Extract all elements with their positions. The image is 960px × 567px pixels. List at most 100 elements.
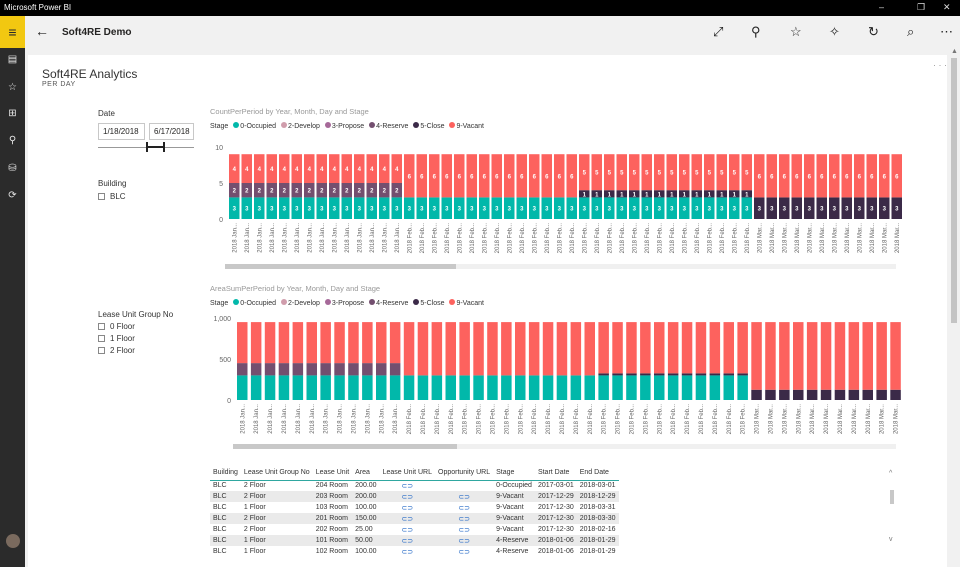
chart2-legend: Stage 0-Occupied 2-Develop 3-Propose 4-R… — [210, 299, 484, 307]
column-header[interactable]: Start Date — [534, 465, 577, 481]
scroll-up-icon[interactable]: ▲ — [951, 48, 958, 55]
lease-option-2-floor[interactable]: 2 Floor — [98, 346, 135, 355]
x-tick-label: 2018 Jan... — [270, 223, 276, 253]
column-header[interactable]: Area — [352, 465, 380, 481]
person-icon[interactable]: ⚲ — [751, 24, 761, 40]
link-icon[interactable]: ⊂⊃ — [401, 549, 413, 556]
chart1-scrollbar[interactable] — [225, 264, 896, 269]
date-slider-end-handle[interactable] — [163, 142, 165, 152]
recent-icon[interactable]: ⟳ — [0, 190, 25, 201]
x-tick-label: 2018 Mar... — [820, 223, 826, 253]
shared-icon[interactable]: ⚲ — [0, 135, 25, 146]
date-to-input[interactable]: 6/17/2018 — [149, 123, 194, 140]
lease-option-1-floor[interactable]: 1 Floor — [98, 334, 135, 343]
search-icon[interactable]: ⌕ — [907, 24, 914, 40]
vertical-scrollbar[interactable]: ▲ — [949, 48, 960, 567]
count-per-period-chart[interactable]: 10503242018 Jan...3242018 Jan...3242018 … — [205, 135, 902, 260]
link-icon[interactable]: ⊂⊃ — [458, 516, 470, 523]
link-icon[interactable]: ⊂⊃ — [401, 516, 413, 523]
more-icon[interactable]: ⋯ — [940, 24, 953, 40]
bar-segment — [431, 322, 443, 376]
table-row[interactable]: BLC 1 Floor 101 Room 50.00 ⊂⊃ ⊂⊃ 4-Reserve 2018… — [210, 535, 619, 546]
link-icon[interactable]: ⊂⊃ — [401, 538, 413, 545]
reports-icon[interactable]: ▤ — [0, 54, 25, 65]
pin-icon[interactable]: ✧ — [829, 24, 840, 40]
link-icon[interactable]: ⊂⊃ — [401, 527, 413, 534]
table-cell: 2 Floor — [243, 482, 266, 490]
table-cell: 2018-03-30 — [576, 513, 619, 524]
bar-segment — [348, 375, 359, 400]
link-icon[interactable]: ⊂⊃ — [458, 494, 470, 501]
table-row[interactable]: BLC 2 Floor 204 Room 200.00 ⊂⊃ 0-Occupied 2017… — [210, 480, 619, 491]
chart2-scrollbar[interactable] — [233, 444, 896, 449]
x-tick-label: 2018 Feb... — [588, 404, 594, 435]
table-cell: 102 Room — [315, 548, 348, 555]
x-tick-label: 2018 Mar... — [782, 404, 788, 434]
column-header[interactable]: End Date — [576, 465, 619, 481]
link-icon[interactable]: ⊂⊃ — [401, 483, 413, 490]
link-icon[interactable]: ⊂⊃ — [458, 505, 470, 512]
column-header[interactable]: Stage — [493, 465, 535, 481]
apps-icon[interactable]: ⛁ — [0, 163, 25, 174]
link-icon[interactable]: ⊂⊃ — [401, 505, 413, 512]
area-sum-per-period-chart[interactable]: 1,000 500 0 2018 Jan... 2018 Jan... 2018 Jan.… — [205, 312, 901, 440]
link-icon[interactable]: ⊂⊃ — [458, 549, 470, 556]
menu-icon[interactable]: ≡ — [0, 16, 25, 48]
bar-segment — [640, 375, 651, 400]
column-header[interactable]: Opportunity URL — [435, 465, 494, 481]
chevron-down-icon[interactable]: ⌄ — [121, 27, 128, 36]
bar-segment — [250, 375, 262, 400]
link-icon[interactable]: ⊂⊃ — [458, 527, 470, 534]
table-cell: 2018-02-16 — [579, 526, 616, 533]
refresh-icon[interactable]: ↻ — [868, 24, 879, 40]
x-tick-label: 2018 Feb... — [463, 404, 469, 435]
table-row[interactable]: BLC 2 Floor 202 Room 25.00 ⊂⊃ ⊂⊃ 9-Vacant 2017-… — [210, 524, 619, 535]
legend-dot-reserve — [369, 122, 376, 128]
favorites-icon[interactable]: ☆ — [0, 82, 25, 93]
lease-option-0-floor[interactable]: 0 Floor — [98, 322, 135, 331]
table-cell: BLC — [213, 526, 227, 533]
bar-segment — [556, 375, 568, 400]
table-cell: 2017-12-30 — [534, 513, 577, 524]
dashboard-icon[interactable]: ⊞ — [0, 108, 25, 119]
table-row[interactable]: BLC 1 Floor 103 Room 100.00 ⊂⊃ ⊂⊃ 9-Vacant 2017… — [210, 502, 619, 513]
column-header[interactable]: Building — [210, 465, 241, 481]
bar-segment — [487, 375, 498, 400]
table-row[interactable]: BLC 1 Floor 102 Room 100.00 ⊂⊃ ⊂⊃ 4-Reserve 201… — [210, 546, 619, 557]
bar-segment — [709, 375, 721, 400]
link-icon[interactable]: ⊂⊃ — [401, 494, 413, 501]
minimize-button[interactable]: – — [879, 2, 884, 12]
table-row[interactable]: BLC 2 Floor 201 Room 150.00 ⊂⊃ ⊂⊃ 9-Vacant 2017… — [210, 513, 619, 524]
back-icon[interactable]: ← — [35, 23, 49, 39]
avatar[interactable] — [6, 534, 20, 548]
legend-dot-vacant — [449, 122, 456, 128]
x-tick-label: 2018 Feb... — [727, 404, 733, 435]
building-option-blc[interactable]: BLC — [98, 192, 126, 201]
table-cell: 2018-01-29 — [576, 535, 619, 546]
x-tick-label: 2018 Mar... — [755, 404, 761, 434]
x-tick-label: 2018 Feb... — [632, 223, 638, 254]
table-cell: 50.00 — [352, 535, 380, 546]
column-header[interactable]: Lease Unit Group No — [240, 465, 313, 481]
x-tick-label: 2018 Feb... — [457, 223, 463, 254]
column-header[interactable]: Lease Unit — [312, 465, 353, 481]
y-tick-label: 5 — [219, 181, 223, 188]
restore-button[interactable]: ❐ — [917, 2, 925, 13]
bar-segment — [264, 375, 276, 400]
link-icon[interactable]: ⊂⊃ — [458, 538, 470, 545]
table-scrollbar[interactable]: ^ v — [888, 470, 896, 550]
scrollbar-thumb[interactable] — [951, 58, 957, 323]
table-cell: 2018-03-31 — [579, 504, 616, 511]
fullscreen-icon[interactable]: ⤢ — [713, 24, 723, 40]
date-from-input[interactable]: 1/18/2018 — [98, 123, 145, 140]
favorite-icon[interactable]: ☆ — [790, 24, 802, 40]
table-row[interactable]: BLC 2 Floor 203 Room 200.00 ⊂⊃ ⊂⊃ 9-Vacant 2017… — [210, 491, 619, 502]
date-slider-start-handle[interactable] — [146, 142, 148, 152]
table-cell: 100.00 — [355, 548, 377, 555]
column-header[interactable]: Lease Unit URL — [379, 465, 435, 481]
x-tick-label: 2018 Feb... — [518, 404, 524, 435]
x-tick-label: 2018 Mar... — [795, 223, 801, 253]
chart1-legend: Stage 0-Occupied 2-Develop 3-Propose 4-R… — [210, 122, 484, 130]
close-button[interactable]: ✕ — [943, 2, 951, 13]
more-options-icon[interactable]: · · · — [933, 60, 947, 70]
